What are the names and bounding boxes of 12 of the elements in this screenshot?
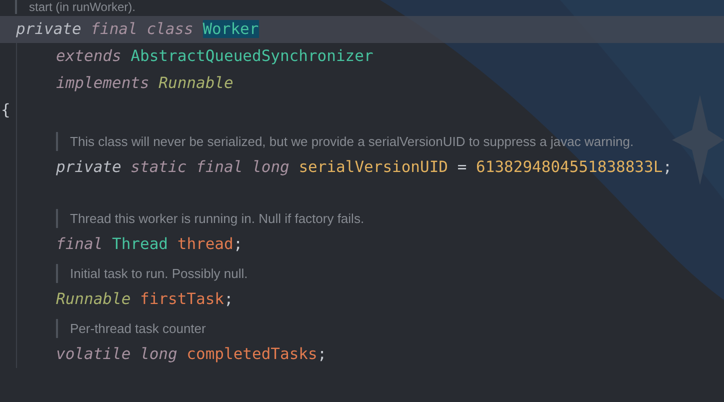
code-line: extends AbstractQueuedSynchronizer: [56, 46, 374, 67]
doc-comment: This class will never be serialized, but we provide a serialVersionUID to suppress a javac warning.: [70, 133, 634, 151]
code-line: implements Runnable: [56, 73, 234, 94]
doc-comment: Thread this worker is running in. Null if factory fails.: [70, 210, 364, 228]
code-line: Runnable firstTask;: [56, 289, 234, 310]
code-line: volatile long completedTasks;: [56, 344, 328, 365]
doc-comment: Per-thread task counter: [70, 320, 206, 338]
code-line: private static final long serialVersionUID = 6138294804551838833L;: [56, 157, 674, 178]
doc-comment: Initial task to run. Possibly null.: [70, 265, 248, 283]
code-line: final Thread thread;: [56, 234, 244, 255]
doc-comment: start (in runWorker).: [29, 0, 136, 14]
brace: {: [1, 100, 12, 121]
